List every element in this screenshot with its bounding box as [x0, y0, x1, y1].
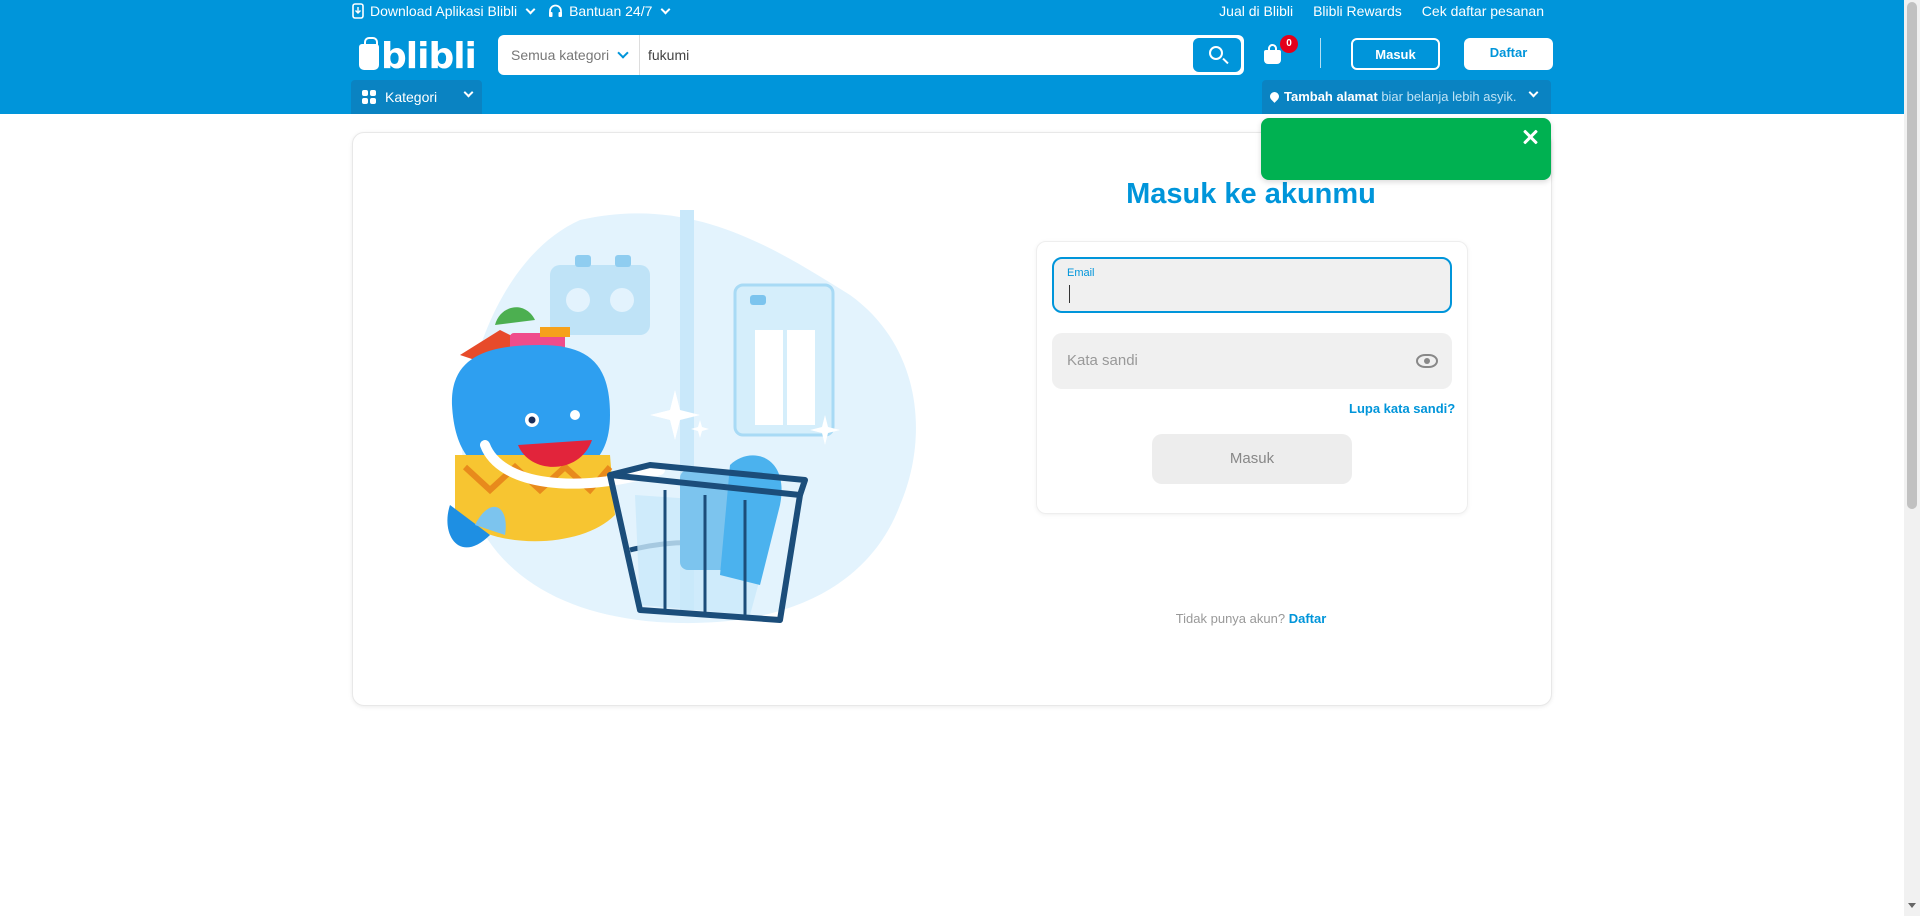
logo[interactable]: blibli	[359, 36, 477, 77]
scrollbar[interactable]	[1904, 0, 1920, 916]
notification-toast	[1261, 118, 1551, 180]
cart-button[interactable]: 0	[1262, 35, 1298, 64]
email-label: Email	[1067, 267, 1095, 279]
shopping-mascot-illustration	[447, 210, 916, 624]
chevron-down-icon	[525, 4, 536, 14]
email-field[interactable]: Email	[1052, 257, 1452, 313]
rewards-link[interactable]: Blibli Rewards	[1313, 3, 1402, 19]
chevron-down-icon	[463, 87, 474, 98]
password-placeholder: Kata sandi	[1067, 352, 1138, 369]
download-app-link[interactable]: Download Aplikasi Blibli	[352, 3, 536, 19]
search-input[interactable]: fukumi	[648, 35, 689, 75]
headset-icon	[549, 4, 563, 17]
register-button[interactable]: Daftar	[1464, 38, 1553, 70]
search-bar: Semua kategori fukumi	[498, 35, 1244, 75]
text-caret	[1069, 285, 1070, 303]
scroll-down-icon[interactable]	[1908, 903, 1916, 908]
page-title: Masuk ke akunmu	[1126, 178, 1376, 210]
forgot-password-link[interactable]: Lupa kata sandi?	[1349, 401, 1455, 416]
pin-icon	[1268, 90, 1281, 103]
scrollbar-thumb[interactable]	[1907, 2, 1917, 509]
login-button[interactable]: Masuk	[1351, 38, 1440, 70]
password-field[interactable]: Kata sandi	[1052, 333, 1452, 389]
chevron-down-icon	[617, 47, 629, 59]
grid-icon	[362, 90, 376, 104]
phone-download-icon	[352, 3, 364, 19]
sell-link[interactable]: Jual di Blibli	[1219, 3, 1293, 19]
close-icon[interactable]	[1521, 128, 1539, 146]
register-prompt: Tidak punya akun? Daftar	[1175, 611, 1327, 626]
eye-icon[interactable]	[1416, 354, 1438, 368]
login-submit-button[interactable]: Masuk	[1152, 434, 1352, 484]
register-link[interactable]: Daftar	[1289, 611, 1327, 626]
top-bar: Download Aplikasi Blibli Bantuan 24/7 Ju…	[352, 0, 1544, 24]
logo-bag-icon	[359, 37, 379, 70]
cart-count-badge: 0	[1280, 35, 1298, 53]
order-list-link[interactable]: Cek daftar pesanan	[1422, 3, 1544, 19]
category-menu-button[interactable]: Kategori	[351, 80, 482, 114]
chevron-down-icon	[660, 4, 671, 14]
header-divider	[1320, 38, 1321, 68]
support-link[interactable]: Bantuan 24/7	[548, 3, 671, 19]
address-selector[interactable]: Tambah alamat biar belanja lebih asyik.	[1262, 80, 1551, 114]
category-select[interactable]: Semua kategori	[498, 35, 640, 75]
chevron-down-icon	[1528, 87, 1539, 98]
search-icon	[1209, 46, 1223, 60]
search-button[interactable]	[1193, 38, 1241, 72]
site-header: Download Aplikasi Blibli Bantuan 24/7 Ju…	[0, 0, 1904, 114]
